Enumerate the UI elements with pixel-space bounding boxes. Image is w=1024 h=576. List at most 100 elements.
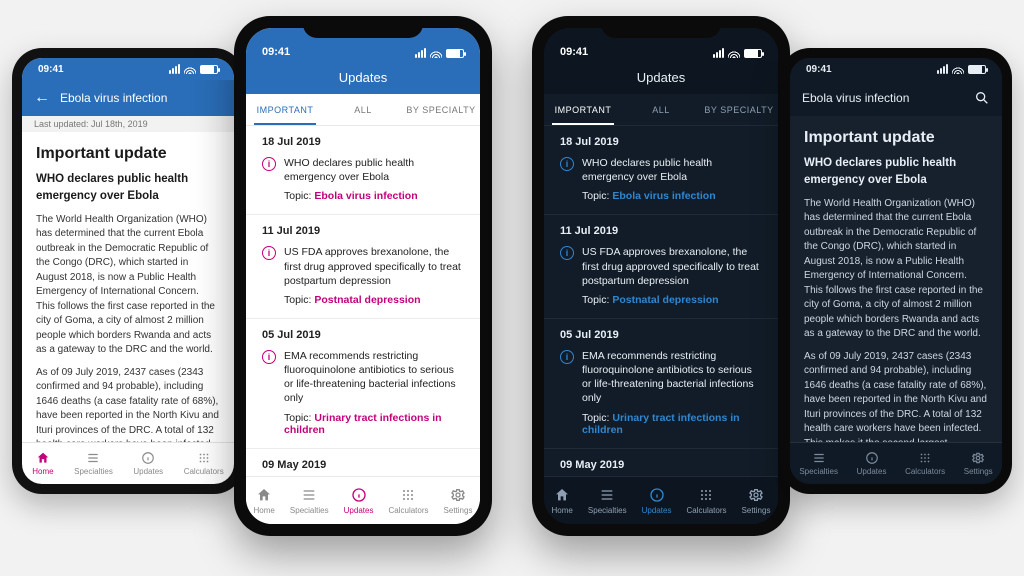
article-h2: WHO declares public health emergency ove… [36, 171, 220, 204]
updates-header: Updates [246, 60, 480, 94]
article-p1: The World Health Organization (WHO) has … [36, 213, 220, 358]
status-bar: 09:41 [790, 58, 1002, 80]
article-header: ← Ebola virus infection [22, 80, 234, 116]
nav-updates-label: Updates [133, 467, 163, 476]
topic-link[interactable]: Postnatal depression [612, 294, 718, 306]
signal-icon [713, 48, 724, 58]
list-icon [86, 451, 100, 465]
nav-specialties[interactable]: Specialties [588, 487, 627, 515]
signal-icon [937, 64, 948, 74]
nav-settings[interactable]: Settings [742, 487, 771, 515]
updates-title: Updates [637, 70, 685, 85]
status-time: 09:41 [262, 46, 415, 58]
update-item[interactable]: 11 Jul 2019 iUS FDA approves brexanolone… [246, 215, 480, 319]
info-badge-icon: i [560, 350, 574, 364]
update-text: WHO declares public health emergency ove… [284, 156, 464, 184]
update-date: 18 Jul 2019 [560, 136, 762, 148]
info-icon [351, 487, 367, 503]
topic-link[interactable]: Ebola virus infection [612, 190, 715, 202]
update-topic: Topic: Postnatal depression [582, 294, 762, 306]
update-date: 11 Jul 2019 [262, 225, 464, 237]
nav-calculators[interactable]: Calculators [905, 451, 945, 476]
dark-theme-group: 09:41 Updates IMPORTANT ALL BY SPECIALTY [532, 8, 1012, 568]
update-item[interactable]: 18 Jul 2019 iWHO declares public health … [246, 126, 480, 215]
update-topic: Topic: Urinary tract infections in child… [582, 412, 762, 436]
nav-specialties[interactable]: Specialties [74, 451, 113, 476]
segment-by-specialty[interactable]: BY SPECIALTY [700, 94, 778, 125]
updates-segments: IMPORTANT ALL BY SPECIALTY [544, 94, 778, 126]
nav-home[interactable]: Home [254, 487, 275, 515]
segment-by-specialty[interactable]: BY SPECIALTY [402, 94, 480, 125]
nav-updates[interactable]: Updates [857, 451, 887, 476]
nav-calculators-label: Calculators [184, 467, 224, 476]
article-header: Ebola virus infection [790, 80, 1002, 116]
nav-home[interactable]: Home [32, 451, 53, 476]
nav-calculators[interactable]: Calculators [686, 487, 726, 515]
topic-link[interactable]: Ebola virus infection [314, 190, 417, 202]
update-text: WHO declares public health emergency ove… [582, 156, 762, 184]
update-item[interactable]: 05 Jul 2019 iEMA recommends restricting … [246, 319, 480, 449]
signal-icon [169, 64, 180, 74]
nav-settings[interactable]: Settings [964, 451, 993, 476]
update-date: 09 May 2019 [262, 459, 464, 471]
status-bar: 09:41 [22, 58, 234, 80]
gear-icon [748, 487, 764, 503]
nav-settings[interactable]: Settings [444, 487, 473, 515]
article-h1: Important update [36, 142, 220, 165]
nav-home[interactable]: Home [552, 487, 573, 515]
update-text: US FDA approves brexanolone, the first d… [582, 245, 762, 288]
home-icon [554, 487, 570, 503]
updates-feed[interactable]: 18 Jul 2019 iWHO declares public health … [246, 126, 480, 476]
nav-calculators[interactable]: Calculators [184, 451, 224, 476]
article-header-title: Ebola virus infection [60, 91, 167, 105]
list-icon [812, 451, 826, 465]
update-item[interactable]: 11 Jul 2019 iUS FDA approves brexanolone… [544, 215, 778, 319]
bottom-nav: Home Specialties Updates Calculators Set… [246, 476, 480, 524]
updates-segments: IMPORTANT ALL BY SPECIALTY [246, 94, 480, 126]
update-item[interactable]: 09 May 2019 iEMA recommends withdrawal o… [544, 449, 778, 476]
article-h1: Important update [804, 126, 988, 149]
nav-calculators[interactable]: Calculators [388, 487, 428, 515]
update-item[interactable]: 05 Jul 2019 iEMA recommends restricting … [544, 319, 778, 449]
article-h2: WHO declares public health emergency ove… [804, 155, 988, 188]
nav-updates[interactable]: Updates [133, 451, 163, 476]
info-badge-icon: i [262, 246, 276, 260]
segment-all[interactable]: ALL [622, 94, 700, 125]
nav-specialties[interactable]: Specialties [799, 451, 838, 476]
gear-icon [450, 487, 466, 503]
nav-home-label: Home [32, 467, 53, 476]
battery-icon [446, 49, 464, 58]
bottom-nav: Specialties Updates Calculators Settings [790, 442, 1002, 484]
segment-all[interactable]: ALL [324, 94, 402, 125]
status-time: 09:41 [38, 64, 169, 75]
bottom-nav: Home Specialties Updates Calculators Set… [544, 476, 778, 524]
battery-icon [968, 65, 986, 74]
home-icon [256, 487, 272, 503]
article-body: Important update WHO declares public hea… [22, 132, 234, 442]
update-item[interactable]: 18 Jul 2019 iWHO declares public health … [544, 126, 778, 215]
nav-specialties[interactable]: Specialties [290, 487, 329, 515]
info-badge-icon: i [262, 350, 276, 364]
article-p2: As of 09 July 2019, 2437 cases (2343 con… [36, 366, 220, 442]
update-text: EMA recommends restricting fluoroquinolo… [582, 349, 762, 406]
segment-important[interactable]: IMPORTANT [544, 94, 622, 125]
light-theme-group: 09:41 ← Ebola virus infection Last updat… [12, 8, 492, 568]
grid-icon [698, 487, 714, 503]
info-icon [649, 487, 665, 503]
search-icon[interactable] [974, 90, 990, 106]
update-topic: Topic: Ebola virus infection [284, 190, 464, 202]
light-article-device: 09:41 ← Ebola virus infection Last updat… [12, 48, 244, 494]
segment-important[interactable]: IMPORTANT [246, 94, 324, 125]
topic-link[interactable]: Postnatal depression [314, 294, 420, 306]
wifi-icon [184, 65, 196, 74]
nav-updates[interactable]: Updates [344, 487, 374, 515]
home-icon [36, 451, 50, 465]
update-date: 05 Jul 2019 [262, 329, 464, 341]
updates-feed[interactable]: 18 Jul 2019 i WHO declares public health … [544, 126, 778, 476]
nav-updates[interactable]: Updates [642, 487, 672, 515]
article-header-title: Ebola virus infection [802, 91, 909, 105]
back-arrow-icon[interactable]: ← [34, 89, 50, 107]
wifi-icon [430, 49, 442, 58]
update-item[interactable]: 09 May 2019 iEMA recommends withdrawal o… [246, 449, 480, 476]
grid-icon [400, 487, 416, 503]
